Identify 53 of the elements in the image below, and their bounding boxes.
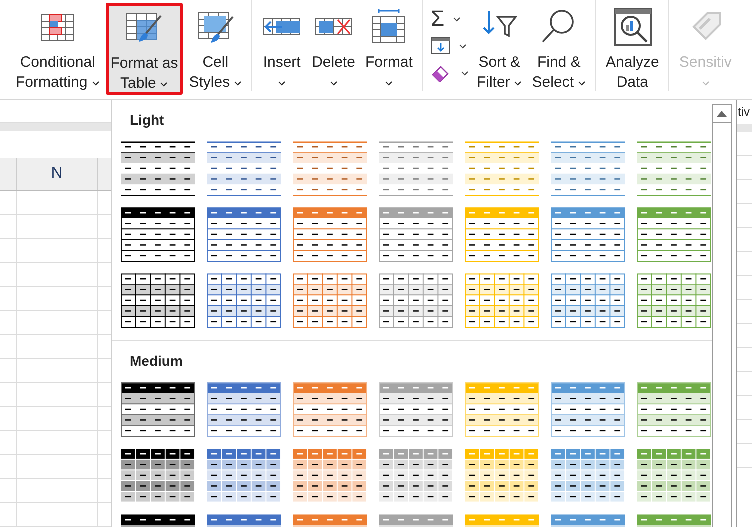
- up-arrow-icon: [717, 110, 727, 116]
- table-preview-icon: [551, 273, 625, 329]
- table-preview-icon: [207, 273, 281, 329]
- table-preview-icon: [121, 207, 195, 263]
- table-preview-icon: [551, 207, 625, 263]
- table-preview-icon: [207, 141, 281, 197]
- find-select-button[interactable]: Find & Select: [528, 3, 590, 95]
- table-preview-icon: [207, 382, 281, 438]
- table-preview-icon: [465, 207, 539, 263]
- table-preview-icon: [293, 207, 367, 263]
- table-preview-icon: [637, 273, 711, 329]
- chart-magnifier-icon: [612, 7, 653, 47]
- analyze-button[interactable]: Analyze Data: [602, 3, 664, 95]
- cell-styles-button[interactable]: Cell Styles: [185, 3, 246, 95]
- toolbar-strip: [737, 124, 752, 132]
- table-preview-icon: [293, 273, 367, 329]
- table-preview-icon: [379, 273, 453, 329]
- scrollbar[interactable]: [712, 104, 732, 527]
- table-preview-icon: [637, 141, 711, 197]
- table-preview-icon: [121, 382, 195, 438]
- format-button[interactable]: Format: [361, 3, 417, 95]
- table-preview-icon: [293, 141, 367, 197]
- fill-down-icon: [430, 37, 451, 55]
- sort-filter-button[interactable]: Sort & Filter: [472, 3, 526, 95]
- table-preview-icon: [379, 382, 453, 438]
- table-preview-icon: [465, 273, 539, 329]
- delete-button[interactable]: Delete: [308, 3, 360, 95]
- table-preview-icon: [637, 448, 711, 504]
- table-preview-icon: [551, 448, 625, 504]
- ribbon-label-fragment: tiv: [737, 104, 751, 121]
- table-preview-icon: [293, 382, 367, 438]
- table-preview-icon: [121, 273, 195, 329]
- table-preview-icon: [551, 382, 625, 438]
- table-preview-icon: [207, 448, 281, 504]
- format-as-table-button[interactable]: Format as Table: [106, 3, 184, 95]
- autosum-button[interactable]: Σ: [428, 7, 471, 31]
- table-preview-icon: [293, 448, 367, 504]
- table-preview-icon: [637, 382, 711, 438]
- table-preview-icon: [121, 141, 195, 197]
- table-preview-icon: [379, 207, 453, 263]
- table-preview-icon: [379, 448, 453, 504]
- table-preview-icon: [637, 207, 711, 263]
- section-heading: Light: [129, 111, 166, 130]
- table-preview-icon: [551, 141, 625, 197]
- table-preview-icon: [465, 382, 539, 438]
- table-preview-icon: [207, 207, 281, 263]
- insert-button[interactable]: Insert: [258, 3, 306, 95]
- table-preview-icon: [121, 448, 195, 504]
- table-preview-icon: [379, 141, 453, 197]
- conditional-formatting-button[interactable]: Conditional Formatting: [12, 3, 104, 95]
- section-heading: Medium: [129, 352, 184, 371]
- table-preview-icon: [465, 141, 539, 197]
- table-preview-icon: [465, 448, 539, 504]
